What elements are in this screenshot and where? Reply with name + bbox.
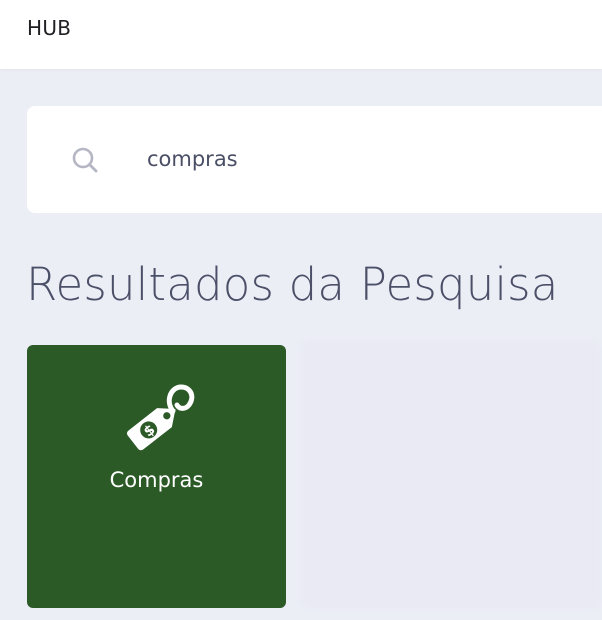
search-icon <box>72 147 98 173</box>
top-bar: HUB <box>0 0 602 69</box>
search-input[interactable] <box>140 136 580 182</box>
price-tag-dollar-icon: $ <box>126 384 195 451</box>
app-title: HUB <box>27 16 72 40</box>
results-heading: Resultados da Pesquisa <box>26 258 559 311</box>
empty-card-placeholder <box>300 340 602 610</box>
result-card-label: Compras <box>109 468 204 492</box>
